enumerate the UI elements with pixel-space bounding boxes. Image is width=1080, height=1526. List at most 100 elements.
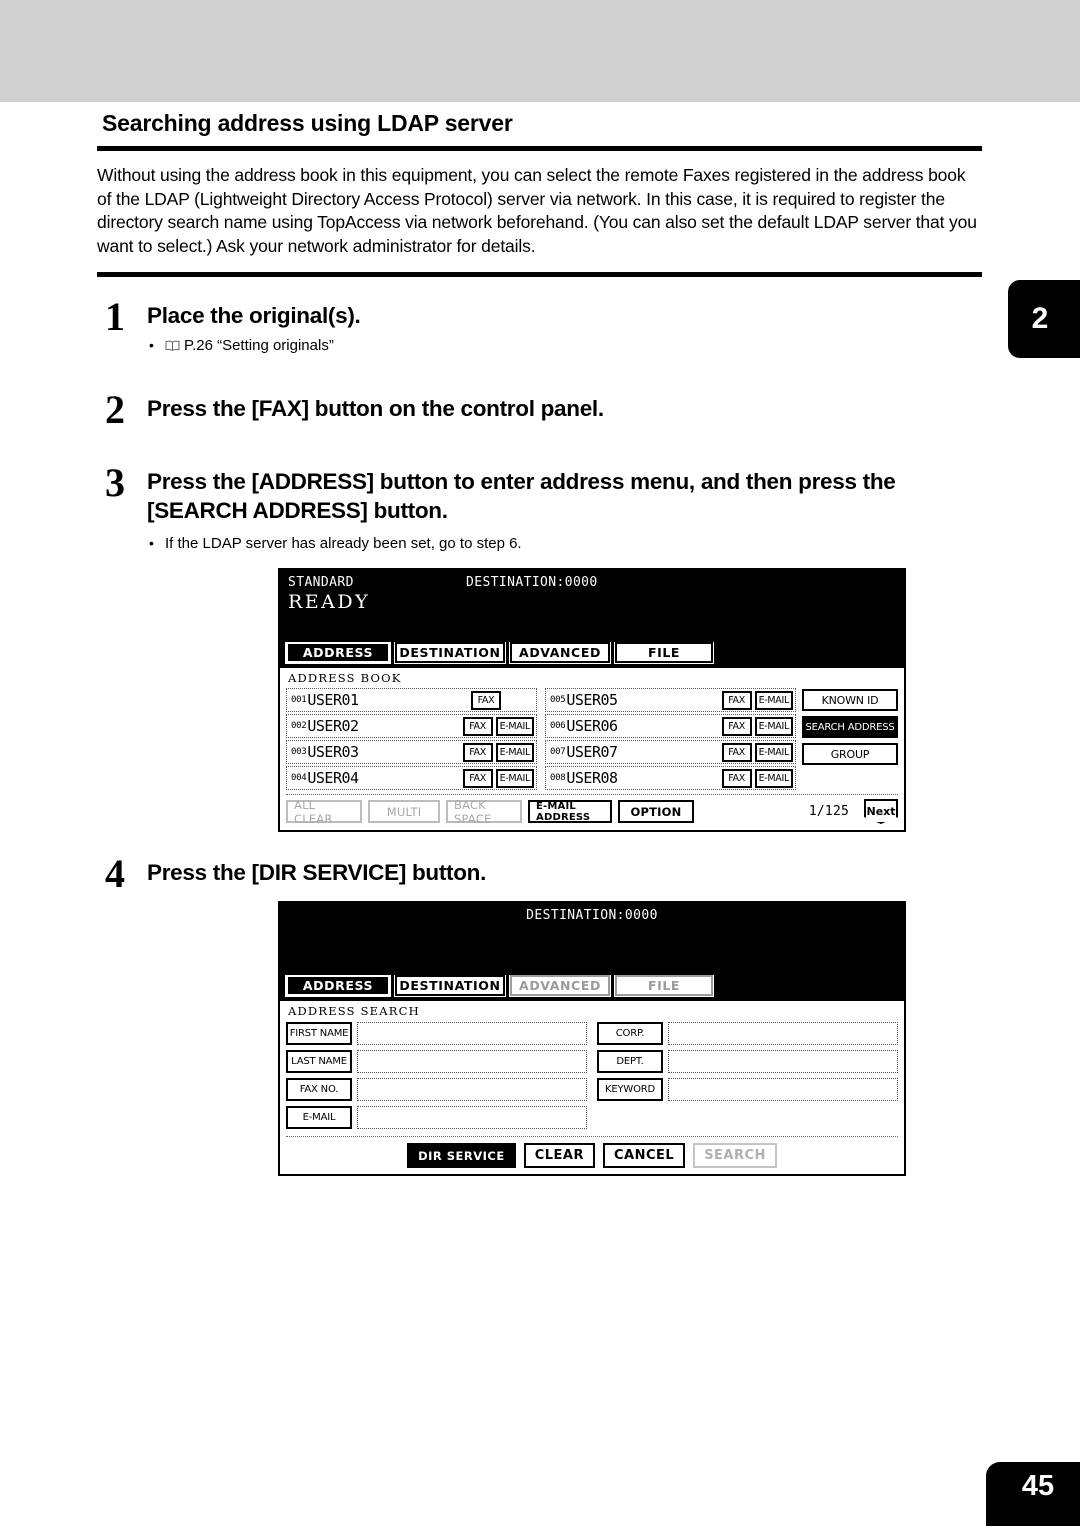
page-number-label: 45 <box>1021 1470 1055 1502</box>
keyword-input[interactable] <box>668 1077 898 1101</box>
lcd-screenshot-address-book: STANDARD DESTINATION:0000 READY ADDRESS … <box>278 568 906 832</box>
lcd2-tab-destination[interactable]: DESTINATION <box>394 974 506 997</box>
step-1-bullets: P.26 “Setting originals” <box>147 335 982 358</box>
corp-input[interactable] <box>668 1021 898 1045</box>
last-name-label[interactable]: LAST NAME <box>286 1049 352 1073</box>
entry-index: 003 <box>291 747 307 757</box>
group-button[interactable]: GROUP <box>802 743 898 765</box>
email-address-button[interactable]: E-MAIL ADDRESS <box>528 800 612 823</box>
known-id-button[interactable]: KNOWN ID <box>802 689 898 711</box>
entry-index: 008 <box>550 773 566 783</box>
clear-button[interactable]: CLEAR <box>523 1143 595 1168</box>
lcd1-tab-destination[interactable]: DESTINATION <box>394 641 506 664</box>
corp-label[interactable]: CORP. <box>597 1021 663 1045</box>
back-space-button[interactable]: BACK SPACE <box>446 798 522 826</box>
list-item: P.26 “Setting originals” <box>147 335 982 358</box>
entry-name: USER03 <box>307 743 359 761</box>
entry-email-button[interactable]: E-MAIL <box>754 716 793 736</box>
lcd1-tab-address[interactable]: ADDRESS <box>285 641 391 664</box>
first-name-label[interactable]: FIRST NAME <box>286 1021 352 1045</box>
lcd2-tab-bar: ADDRESS DESTINATION ADVANCED FILE <box>280 974 904 1001</box>
table-row[interactable]: 006 USER06 FAX E-MAIL <box>545 714 796 738</box>
lcd1-body: ADDRESS BOOK 001 USER01 FAX 002 USER02 F… <box>280 668 904 830</box>
dept-label[interactable]: DEPT. <box>597 1049 663 1073</box>
lcd1-entry-column-right: 005 USER05 FAX E-MAIL 006 USER06 FAX E-M <box>545 688 796 792</box>
option-button[interactable]: OPTION <box>618 800 694 823</box>
table-row[interactable]: 004 USER04 FAX E-MAIL <box>286 766 537 790</box>
search-address-button[interactable]: SEARCH ADDRESS <box>802 716 898 738</box>
form-row: KEYWORD <box>597 1077 898 1101</box>
lcd1-status-area: STANDARD DESTINATION:0000 READY <box>280 570 904 642</box>
next-button[interactable]: Next <box>864 799 898 824</box>
entry-fax-button[interactable]: FAX <box>721 690 752 710</box>
first-name-input[interactable] <box>357 1021 587 1045</box>
step-3-number: 3 <box>105 460 125 505</box>
step-2-title: Press the [FAX] button on the control pa… <box>147 396 604 421</box>
entry-fax-button[interactable]: FAX <box>721 768 752 788</box>
entry-fax-button[interactable]: FAX <box>462 716 493 736</box>
all-clear-button[interactable]: ALL CLEAR <box>286 798 362 826</box>
form-row-spacer <box>597 1105 898 1129</box>
entry-email-button[interactable]: E-MAIL <box>754 768 793 788</box>
lcd-screenshot-address-search: DESTINATION:0000 ADDRESS DESTINATION ADV… <box>278 901 906 1176</box>
lcd2-tab-address[interactable]: ADDRESS <box>285 974 391 997</box>
step-3-title: Press the [ADDRESS] button to enter addr… <box>147 469 896 523</box>
step-1-number: 1 <box>105 294 125 339</box>
dir-service-button[interactable]: DIR SERVICE <box>407 1143 516 1168</box>
form-row: FAX NO. <box>286 1077 587 1101</box>
entry-fax-button[interactable]: FAX <box>721 742 752 762</box>
intro-paragraph: Without using the address book in this e… <box>97 165 977 256</box>
multi-button[interactable]: MULTI <box>368 800 440 823</box>
table-row[interactable]: 002 USER02 FAX E-MAIL <box>286 714 537 738</box>
entry-fax-button[interactable]: FAX <box>471 690 501 710</box>
lcd1-tab-file[interactable]: FILE <box>614 641 714 664</box>
table-row[interactable]: 001 USER01 FAX <box>286 688 537 712</box>
lcd1-entry-column-left: 001 USER01 FAX 002 USER02 FAX E-MAIL 003… <box>286 688 537 792</box>
entry-email-button[interactable]: E-MAIL <box>754 742 793 762</box>
page-count-label: 1/125 <box>808 804 849 819</box>
table-row[interactable]: 007 USER07 FAX E-MAIL <box>545 740 796 764</box>
entry-index: 006 <box>550 721 566 731</box>
fax-no-input[interactable] <box>357 1077 587 1101</box>
entry-fax-button[interactable]: FAX <box>462 768 493 788</box>
last-name-input[interactable] <box>357 1049 587 1073</box>
email-input[interactable] <box>357 1105 587 1129</box>
entry-fax-button[interactable]: FAX <box>462 742 493 762</box>
entry-email-button[interactable]: E-MAIL <box>754 690 793 710</box>
entry-name: USER04 <box>307 769 359 787</box>
title-rule <box>97 146 982 151</box>
search-button[interactable]: SEARCH <box>693 1143 777 1168</box>
entry-index: 002 <box>291 721 307 731</box>
form-row: DEPT. <box>597 1049 898 1073</box>
entry-email-button[interactable]: E-MAIL <box>495 742 534 762</box>
list-item: If the LDAP server has already been set,… <box>147 533 982 554</box>
table-row[interactable]: 008 USER08 FAX E-MAIL <box>545 766 796 790</box>
email-label[interactable]: E-MAIL <box>286 1105 352 1129</box>
entry-index: 001 <box>291 695 307 705</box>
table-row[interactable]: 003 USER03 FAX E-MAIL <box>286 740 537 764</box>
entry-fax-button[interactable]: FAX <box>721 716 752 736</box>
step-3-bullets: If the LDAP server has already been set,… <box>147 533 982 554</box>
form-row: E-MAIL <box>286 1105 587 1129</box>
lcd1-footer-bar: ALL CLEAR MULTI BACK SPACE E-MAIL ADDRES… <box>286 794 898 826</box>
lcd2-tab-advanced[interactable]: ADVANCED <box>509 974 611 997</box>
table-row[interactable]: 005 USER05 FAX E-MAIL <box>545 688 796 712</box>
lcd1-tab-advanced[interactable]: ADVANCED <box>509 641 611 664</box>
cancel-button[interactable]: CANCEL <box>603 1143 686 1168</box>
entry-email-button[interactable]: E-MAIL <box>495 716 534 736</box>
lcd2-tab-file[interactable]: FILE <box>614 974 714 997</box>
fax-no-label[interactable]: FAX NO. <box>286 1077 352 1101</box>
entry-index: 007 <box>550 747 566 757</box>
entry-email-button[interactable]: E-MAIL <box>495 768 534 788</box>
lcd2-caption: ADDRESS SEARCH <box>288 1004 420 1018</box>
entry-email-button <box>504 691 534 710</box>
keyword-label[interactable]: KEYWORD <box>597 1077 663 1101</box>
form-row: LAST NAME <box>286 1049 587 1073</box>
entry-index: 004 <box>291 773 307 783</box>
lcd2-status-area: DESTINATION:0000 <box>280 903 904 975</box>
lcd1-tab-bar: ADDRESS DESTINATION ADVANCED FILE <box>280 641 904 668</box>
step-4: 4 Press the [DIR SERVICE] button. DESTIN… <box>97 854 982 1176</box>
lcd1-entry-columns: 001 USER01 FAX 002 USER02 FAX E-MAIL 003… <box>286 688 796 792</box>
dept-input[interactable] <box>668 1049 898 1073</box>
lcd2-footer-bar: DIR SERVICE CLEAR CANCEL SEARCH <box>286 1136 898 1168</box>
